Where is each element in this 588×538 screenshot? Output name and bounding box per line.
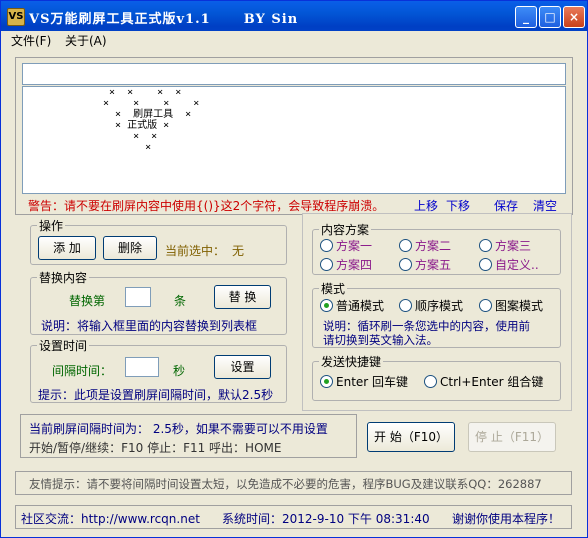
delete-button[interactable]: 删除 — [103, 236, 157, 260]
menu-about[interactable]: 关于(A) — [65, 32, 107, 49]
mode-pattern-radio[interactable] — [479, 299, 492, 312]
mode-note-2: 请切换到英文输入法。 — [323, 333, 438, 347]
scheme-5-radio[interactable] — [399, 258, 412, 271]
add-button[interactable]: 添 加 — [38, 236, 96, 260]
scheme-1-radio[interactable] — [320, 239, 333, 252]
scheme-3-radio[interactable] — [479, 239, 492, 252]
scheme-2-label: 方案二 — [415, 239, 452, 253]
mode-sequence-label: 顺序模式 — [415, 299, 464, 313]
mode-normal-label: 普通模式 — [336, 299, 385, 313]
main-window: VS VS万能刷屏工具正式版v1.1 BY Sin _ □ × 文件(F) 关于… — [0, 0, 588, 538]
window-title: VS万能刷屏工具正式版v1.1 BY Sin — [29, 12, 299, 27]
move-down-link[interactable]: 下移 — [446, 197, 470, 214]
start-button[interactable]: 开 始（F10） — [367, 422, 455, 452]
community-link[interactable]: 社区交流：http://www.rcqn.net — [21, 510, 200, 527]
set-interval-button[interactable]: 设置 — [214, 355, 271, 379]
replace-unit-label: 条 — [174, 294, 187, 308]
status-line-1: 当前刷屏间隔时间为： 2.5秒，如果不需要可以不用设置 — [29, 422, 328, 436]
replace-index-input[interactable] — [125, 287, 151, 307]
mode-legend: 模式 — [321, 282, 346, 296]
schemes-legend: 内容方案 — [321, 223, 370, 237]
warning-text: 警告：请不要在刷屏内容中使用{()}这2个字符，会导致程序崩溃。 — [28, 199, 385, 213]
scheme-2-radio[interactable] — [399, 239, 412, 252]
title-bar[interactable]: VS VS万能刷屏工具正式版v1.1 BY Sin _ □ × — [1, 1, 587, 31]
scheme-4-label: 方案四 — [336, 258, 373, 272]
status-line-2: 开始/暂停/继续：F10 停止：F11 呼出：HOME — [29, 441, 282, 455]
scheme-5-label: 方案五 — [415, 258, 452, 272]
content-input[interactable] — [22, 63, 566, 85]
scheme-1-label: 方案一 — [336, 239, 373, 253]
art-pattern: × × × × × × × × × 刷屏工具 × × 正式版 × × × × — [103, 87, 200, 153]
scheme-4-radio[interactable] — [320, 258, 333, 271]
thanks-text: 谢谢你使用本程序！ — [452, 512, 561, 526]
selected-value: 无 — [232, 244, 245, 258]
shortcut-ctrl-enter-label: Ctrl+Enter 组合键 — [440, 375, 544, 389]
mode-sequence-radio[interactable] — [399, 299, 412, 312]
system-time: 系统时间：2012-9-10 下午 08:31:40 — [222, 512, 430, 526]
tip-text: 友情提示：请不要将间隔时间设置太短，以免造成不必要的危害，程序BUG及建议联系Q… — [29, 477, 542, 491]
move-up-link[interactable]: 上移 — [414, 197, 438, 214]
app-icon: VS — [7, 8, 25, 26]
save-link[interactable]: 保存 — [494, 197, 518, 214]
scheme-3-label: 方案三 — [495, 239, 532, 253]
shortcut-ctrl-enter-radio[interactable] — [424, 375, 437, 388]
interval-legend: 设置时间 — [39, 339, 88, 353]
interval-input[interactable] — [125, 357, 159, 377]
replace-label: 替换第 — [69, 294, 106, 308]
shortcut-enter-radio[interactable] — [320, 375, 333, 388]
clear-link[interactable]: 清空 — [533, 197, 557, 214]
scheme-custom-radio[interactable] — [479, 258, 492, 271]
interval-label: 间隔时间： — [52, 364, 113, 378]
menu-bar: 文件(F) 关于(A) — [1, 31, 587, 49]
shortcut-enter-label: Enter 回车键 — [336, 375, 409, 389]
replace-button[interactable]: 替 换 — [214, 285, 271, 309]
replace-legend: 替换内容 — [39, 271, 88, 285]
interval-unit: 秒 — [173, 364, 186, 378]
content-list[interactable]: × × × × × × × × × 刷屏工具 × × 正式版 × × × × — [22, 86, 566, 194]
close-button[interactable]: × — [563, 6, 585, 28]
maximize-button[interactable]: □ — [539, 6, 561, 28]
menu-file[interactable]: 文件(F) — [11, 32, 51, 49]
minimize-button[interactable]: _ — [515, 6, 537, 28]
replace-note: 说明：将输入框里面的内容替换到列表框 — [41, 319, 258, 333]
scheme-custom-label: 自定义.. — [495, 258, 539, 272]
shortcut-legend: 发送快捷键 — [321, 355, 382, 369]
stop-button[interactable]: 停 止（F11） — [468, 422, 556, 452]
selected-label: 当前选中： — [165, 244, 226, 258]
interval-note: 提示：此项是设置刷屏间隔时间，默认2.5秒 — [38, 388, 274, 402]
mode-pattern-label: 图案模式 — [495, 299, 544, 313]
mode-normal-radio[interactable] — [320, 299, 333, 312]
operation-legend: 操作 — [39, 219, 64, 233]
